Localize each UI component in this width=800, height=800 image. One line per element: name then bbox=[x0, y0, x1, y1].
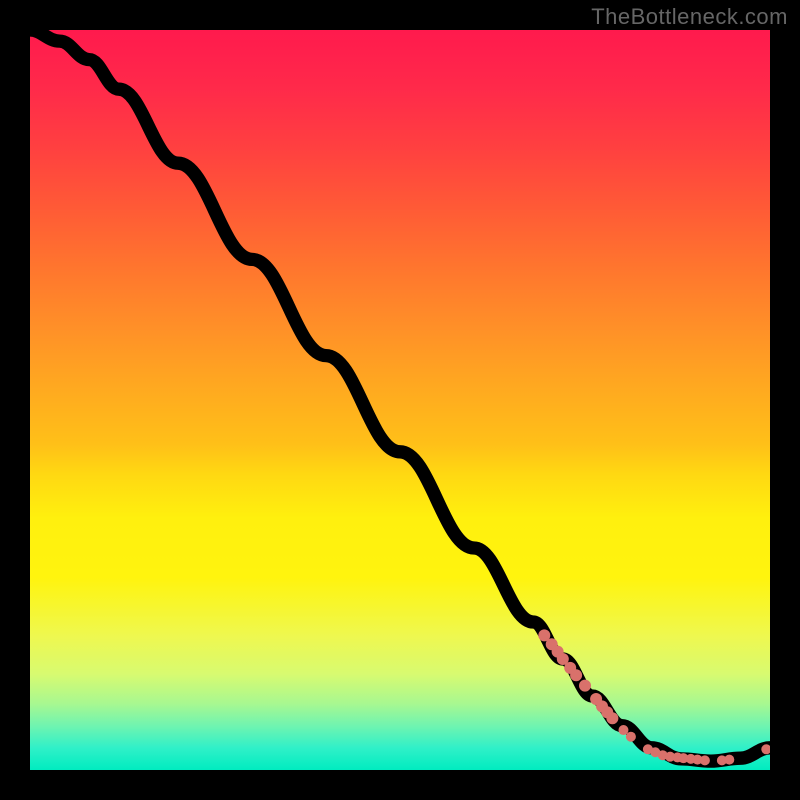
watermark-text: TheBottleneck.com bbox=[591, 4, 788, 30]
data-point bbox=[626, 732, 636, 742]
data-point bbox=[579, 680, 591, 692]
data-point bbox=[724, 755, 734, 765]
data-point bbox=[761, 744, 770, 754]
data-point bbox=[618, 725, 628, 735]
chart-dots-layer bbox=[30, 30, 770, 770]
data-point bbox=[700, 755, 710, 765]
data-point bbox=[570, 669, 582, 681]
chart-plot-area bbox=[30, 30, 770, 770]
data-point bbox=[606, 712, 618, 724]
